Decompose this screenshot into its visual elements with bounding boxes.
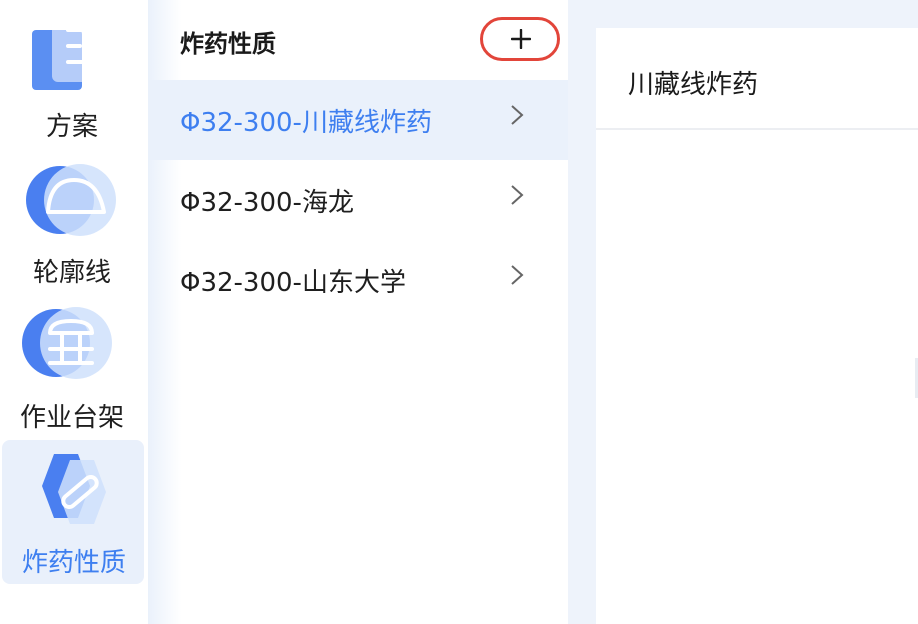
explosive-list-panel: 炸药性质 Φ32-300-川藏线炸药 Φ32-300-海龙 Φ32-300-山东… [148, 0, 568, 624]
nav-label-plan: 方案 [45, 112, 98, 142]
add-explosive-button[interactable] [480, 17, 560, 61]
plus-icon [511, 29, 531, 49]
nav-label-contour: 轮廓线 [32, 258, 111, 288]
nav-label-explosive: 炸药性质 [21, 548, 126, 578]
list-item-label: Φ32-300-川藏线炸药 [180, 108, 432, 138]
contour-arch-icon [26, 164, 116, 236]
explosive-hexagon-icon [42, 454, 106, 524]
work-platform-icon [22, 307, 112, 379]
chevron-right-icon [511, 265, 524, 285]
chevron-right-icon [511, 185, 524, 205]
side-nav: 方案 轮廓线 作业台架 炸药性质 [0, 0, 148, 624]
detail-title: 川藏线炸药 [628, 70, 759, 100]
chevron-right-icon [511, 105, 524, 125]
nav-item-platform[interactable]: 作业台架 [0, 295, 148, 440]
list-item-label: Φ32-300-山东大学 [180, 268, 406, 298]
nav-item-contour[interactable]: 轮廓线 [0, 150, 148, 295]
detail-divider [596, 128, 918, 130]
document-list-icon [32, 20, 108, 90]
detail-panel: 川藏线炸药 [596, 28, 918, 624]
list-item[interactable]: Φ32-300-川藏线炸药 [148, 80, 568, 160]
list-item[interactable]: Φ32-300-海龙 [148, 160, 568, 240]
list-item[interactable]: Φ32-300-山东大学 [148, 240, 568, 320]
nav-item-explosive[interactable]: 炸药性质 [2, 440, 144, 584]
nav-item-plan[interactable]: 方案 [0, 0, 148, 150]
nav-label-platform: 作业台架 [19, 403, 124, 433]
list-item-label: Φ32-300-海龙 [180, 188, 354, 218]
list-title: 炸药性质 [180, 30, 276, 58]
